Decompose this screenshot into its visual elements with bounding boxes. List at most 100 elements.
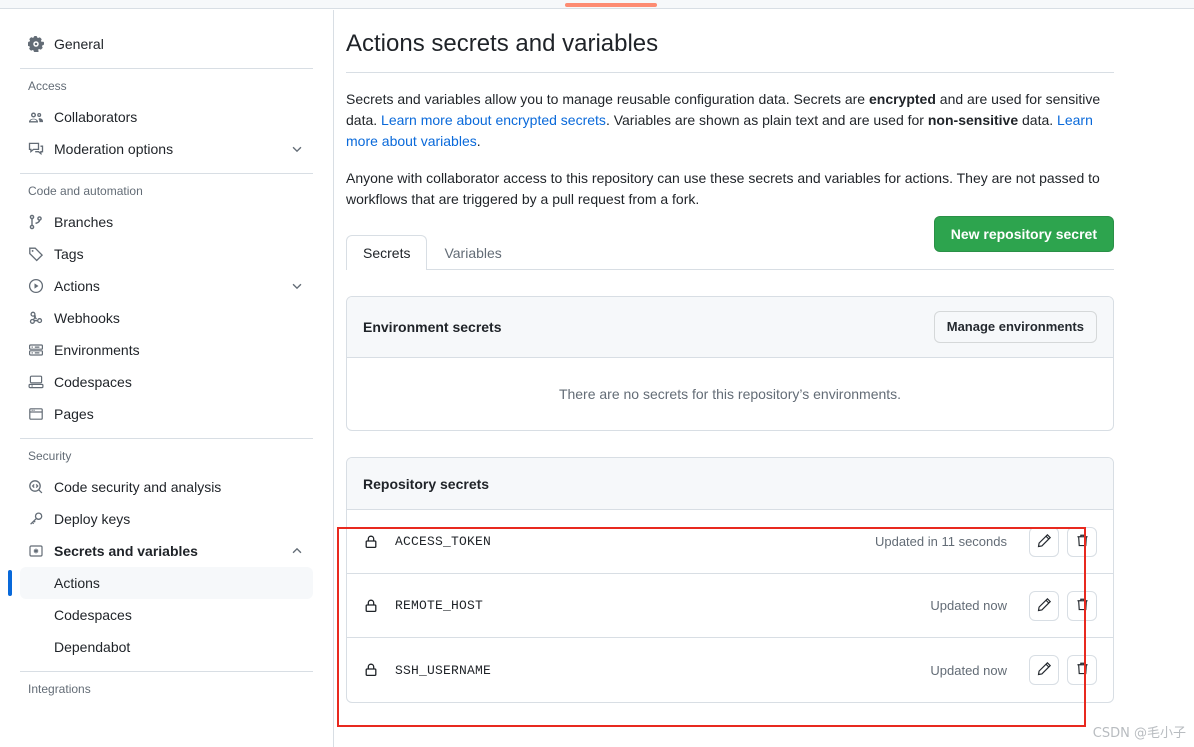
main-content: Actions secrets and variables Secrets an…: [334, 10, 1194, 747]
active-tab-indicator: [565, 3, 657, 7]
sidebar-item-label: Moderation options: [54, 141, 174, 157]
sidebar-item-webhooks[interactable]: Webhooks: [20, 302, 313, 334]
codespaces-icon: [28, 374, 44, 390]
page-title: Actions secrets and variables: [346, 28, 1114, 73]
sidebar-item-label: General: [54, 36, 104, 52]
desc-text-1: Secrets and variables allow you to manag…: [346, 91, 869, 107]
sidebar-item-label: Codespaces: [54, 374, 132, 390]
tag-icon: [28, 246, 44, 262]
top-nav-strip: [0, 0, 1194, 9]
repository-secrets-card: Repository secrets ACCESS_TOKEN Updated …: [346, 457, 1114, 703]
chevron-down-icon[interactable]: [289, 141, 305, 157]
sidebar-item-environments[interactable]: Environments: [20, 334, 313, 366]
table-row[interactable]: REMOTE_HOST Updated now: [347, 574, 1113, 638]
delete-secret-button[interactable]: [1067, 526, 1097, 557]
lock-icon: [363, 534, 379, 550]
delete-secret-button[interactable]: [1067, 590, 1097, 621]
browser-icon: [28, 406, 44, 422]
sidebar-item-label: Collaborators: [54, 109, 138, 125]
trash-icon: [1075, 533, 1090, 551]
description-paragraph-2: Anyone with collaborator access to this …: [346, 170, 1100, 207]
sidebar-item-collaborators[interactable]: Collaborators: [20, 101, 313, 133]
sidebar-divider-4: [20, 671, 313, 672]
trash-icon: [1075, 597, 1090, 615]
secret-updated-time: Updated now: [930, 662, 1007, 678]
tab-secrets[interactable]: Secrets: [346, 235, 428, 270]
sidebar-subitem-actions[interactable]: Actions: [8, 567, 313, 599]
repository-secrets-header: Repository secrets: [347, 458, 1113, 510]
sidebar-item-label: Webhooks: [54, 310, 120, 326]
pencil-icon: [1037, 597, 1052, 615]
link-learn-more-encrypted-secrets[interactable]: Learn more about encrypted secrets: [381, 112, 606, 128]
sidebar-item-label: Pages: [54, 406, 94, 422]
new-repository-secret-button[interactable]: New repository secret: [933, 216, 1114, 252]
sidebar-subitem-codespaces[interactable]: Codespaces: [20, 599, 313, 631]
secret-name: SSH_USERNAME: [395, 662, 492, 678]
sidebar-item-pages[interactable]: Pages: [20, 398, 313, 430]
chevron-down-icon[interactable]: [289, 278, 305, 294]
sidebar-item-branches[interactable]: Branches: [20, 206, 313, 238]
desc-text-5: .: [476, 133, 481, 149]
sidebar-item-tags[interactable]: Tags: [20, 238, 313, 270]
desc-text-4: data.: [1018, 112, 1058, 128]
asterisk-key-icon: [28, 543, 44, 559]
sidebar-subitem-dependabot[interactable]: Dependabot: [20, 631, 313, 663]
chevron-up-icon[interactable]: [289, 543, 305, 559]
environment-secrets-card: Environment secrets Manage environments …: [346, 296, 1114, 431]
sidebar-item-label: Deploy keys: [54, 511, 131, 527]
sidebar-subitem-label: Actions: [54, 575, 100, 591]
comment-discussion-icon: [28, 141, 44, 157]
environment-secrets-title: Environment secrets: [363, 319, 502, 335]
secret-updated-time: Updated in 11 seconds: [874, 534, 1007, 549]
tab-variables[interactable]: Variables: [427, 235, 518, 270]
server-icon: [28, 342, 44, 358]
table-row[interactable]: SSH_USERNAME Updated now: [347, 638, 1113, 702]
edit-secret-button[interactable]: [1029, 590, 1059, 621]
play-icon: [28, 278, 44, 294]
desc-text-3: . Variables are shown as plain text and …: [605, 112, 928, 128]
sidebar-item-codespaces[interactable]: Codespaces: [20, 366, 313, 398]
page-root: General Access Collaborators Moderation …: [0, 0, 1194, 747]
sidebar-divider-3: [20, 438, 313, 439]
sidebar-item-label: Environments: [54, 342, 140, 358]
sidebar-subitem-label: Codespaces: [54, 607, 132, 623]
desc-bold-encrypted: encrypted: [868, 91, 936, 107]
table-row[interactable]: ACCESS_TOKEN Updated in 11 seconds: [347, 510, 1113, 574]
sidebar-group-access: Access: [28, 79, 67, 93]
gear-icon: [28, 36, 44, 52]
sidebar-divider-1: [20, 68, 313, 69]
sidebar-group-code-and-automation: Code and automation: [28, 184, 143, 198]
watermark: CSDN @毛小子: [1092, 726, 1186, 741]
sidebar-subitem-label: Dependabot: [54, 639, 131, 655]
secret-name: REMOTE_HOST: [395, 598, 484, 613]
manage-environments-button[interactable]: Manage environments: [933, 311, 1097, 343]
webhook-icon: [28, 310, 44, 326]
git-branch-icon: [28, 214, 44, 230]
environment-secrets-empty-state: There are no secrets for this repository…: [558, 386, 902, 402]
edit-secret-button[interactable]: [1029, 526, 1059, 557]
pencil-icon: [1037, 661, 1052, 679]
sidebar-item-code-security-and-analysis[interactable]: Code security and analysis: [20, 471, 313, 503]
sidebar-item-secrets-and-variables[interactable]: Secrets and variables: [20, 535, 313, 567]
sidebar-group-security: Security: [28, 449, 72, 463]
settings-sidebar[interactable]: General Access Collaborators Moderation …: [0, 10, 334, 747]
description-paragraph-1: Secrets and variables allow you to manag…: [346, 89, 1114, 152]
sidebar-item-actions[interactable]: Actions: [20, 270, 313, 302]
sidebar-item-general[interactable]: General: [20, 28, 313, 60]
edit-secret-button[interactable]: [1029, 655, 1059, 685]
sidebar-item-label: Code security and analysis: [54, 479, 222, 495]
secret-updated-time: Updated now: [930, 598, 1007, 613]
people-icon: [28, 109, 44, 125]
sidebar-item-label: Actions: [54, 278, 100, 294]
environment-secrets-header: Environment secrets Manage environments: [347, 297, 1113, 358]
pencil-icon: [1037, 533, 1052, 551]
desc-bold-non-sensitive: non-sensitive: [927, 112, 1019, 128]
sidebar-divider-2: [20, 173, 313, 174]
secret-name: ACCESS_TOKEN: [395, 534, 492, 549]
sidebar-item-label: Tags: [54, 246, 84, 262]
delete-secret-button[interactable]: [1067, 655, 1097, 685]
lock-icon: [363, 662, 379, 678]
sidebar-item-moderation-options[interactable]: Moderation options: [20, 133, 313, 165]
trash-icon: [1075, 661, 1090, 679]
sidebar-item-deploy-keys[interactable]: Deploy keys: [20, 503, 313, 535]
